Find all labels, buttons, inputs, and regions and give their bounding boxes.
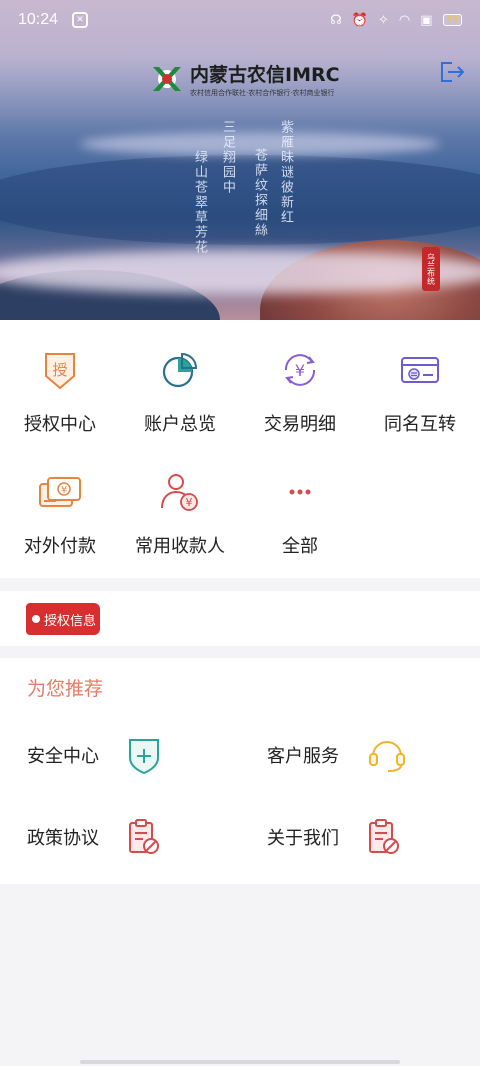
headset-icon — [369, 741, 405, 772]
function-frequent-payees[interactable]: ¥ 常用收款人 — [120, 470, 240, 558]
svg-text:¥: ¥ — [186, 496, 193, 509]
function-grid: 授 授权中心 账户总览 ¥ 交易明细 同名互转 ¥ 对外付款 ¥ 常用收款人 全… — [0, 320, 480, 578]
function-label: 同名互转 — [384, 414, 456, 435]
function-authorization-center[interactable]: 授 授权中心 — [0, 348, 120, 436]
payment-card-icon: ¥ — [39, 477, 81, 507]
payee-icon: ¥ — [161, 474, 198, 511]
recommend-policy-agreement[interactable]: 政策协议 — [27, 818, 161, 856]
recommend-panel: 为您推荐 安全中心 客户服务 政策协议 关于我们 — [0, 658, 480, 884]
recommend-about-us[interactable]: 关于我们 — [267, 818, 401, 856]
card-transfer-icon — [401, 357, 439, 383]
function-label: 授权中心 — [24, 414, 96, 435]
function-account-overview[interactable]: 账户总览 — [120, 348, 240, 436]
authorization-icon: 授 — [45, 353, 75, 390]
function-label: 对外付款 — [24, 536, 96, 557]
poem-line: 紫雁昧谜彼新红 — [278, 120, 293, 225]
brand-subtitle: 农村信用合作联社·农村合作银行·农村商业银行 — [190, 89, 335, 97]
svg-text:¥: ¥ — [295, 361, 305, 380]
function-same-name-transfer[interactable]: 同名互转 — [360, 348, 480, 436]
function-label: 常用收款人 — [135, 536, 225, 557]
clipboard-icon — [129, 819, 159, 854]
app-notification-icon: ✕ — [72, 12, 89, 28]
function-external-payment[interactable]: ¥ 对外付款 — [0, 470, 120, 558]
hero-banner: 紫雁昧谜彼新红 苍萨纹探细絲 三足翔园中 绿山苍翠草芳花 乌兰布统 10:24 … — [0, 0, 480, 320]
recommend-label: 关于我们 — [267, 828, 339, 849]
battery-icon: 53 — [442, 14, 462, 26]
logout-icon[interactable] — [438, 60, 466, 84]
yuan-cycle-icon: ¥ — [284, 354, 316, 386]
svg-text:¥: ¥ — [61, 485, 67, 496]
svg-text:授: 授 — [52, 361, 67, 379]
poem-line: 苍萨纹探细絲 — [252, 148, 267, 238]
recommend-security-center[interactable]: 安全中心 — [27, 736, 161, 774]
status-time: 10:24 — [18, 11, 59, 28]
status-icons: ☊ ⏰ ✧ ◠ ▣ 53 — [330, 13, 462, 28]
clipboard-icon — [369, 819, 399, 854]
status-bar: 10:24 ✕ ☊ ⏰ ✧ ◠ ▣ 53 — [0, 0, 480, 40]
brand-logo: 内蒙古农信IMRC 农村信用合作联社·农村合作银行·农村商业银行 — [150, 60, 340, 98]
function-label: 全部 — [282, 536, 318, 557]
seal-stamp: 乌兰布统 — [422, 247, 440, 291]
mist-band-lower — [0, 250, 480, 294]
poem-line: 三足翔园中 — [220, 120, 235, 195]
function-all[interactable]: 全部 — [240, 470, 360, 558]
poem-line: 绿山苍翠草芳花 — [192, 150, 207, 255]
gesture-bar[interactable] — [80, 1060, 400, 1064]
recommend-label: 政策协议 — [27, 828, 99, 849]
pie-chart-icon — [162, 352, 198, 388]
function-transaction-details[interactable]: ¥ 交易明细 — [240, 348, 360, 436]
function-label: 账户总览 — [144, 414, 216, 435]
shield-plus-icon — [129, 739, 159, 774]
recommend-label: 安全中心 — [27, 746, 99, 767]
mountain-ridge — [0, 155, 480, 245]
more-icon — [289, 489, 311, 495]
recommend-label: 客户服务 — [267, 746, 339, 767]
vibrate-icon: ✧ — [378, 12, 389, 28]
auth-info-label: 授权信息 — [44, 613, 97, 629]
recommend-title: 为您推荐 — [27, 678, 104, 700]
alarm-icon: ⏰ — [351, 12, 368, 28]
brand-name: 内蒙古农信IMRC — [190, 64, 340, 86]
brand-mark-icon — [153, 67, 181, 91]
wifi-icon: ◠ — [398, 12, 411, 28]
sim-icon: ▣ — [420, 12, 433, 28]
recommend-customer-service[interactable]: 客户服务 — [267, 736, 407, 774]
headset-status-icon: ☊ — [330, 12, 342, 28]
auth-info-tag[interactable]: 授权信息 — [26, 603, 100, 635]
function-label: 交易明细 — [264, 414, 336, 435]
auth-info-panel: 授权信息 — [0, 591, 480, 646]
